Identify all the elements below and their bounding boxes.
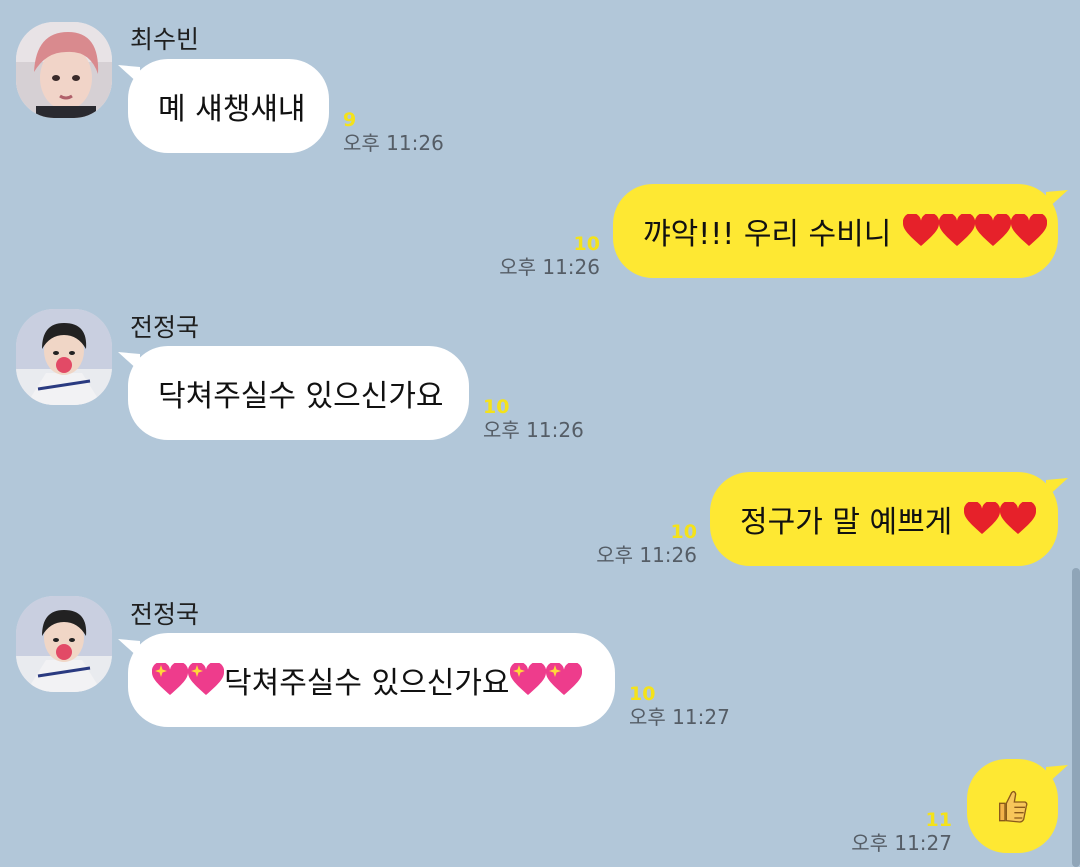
message-bubble[interactable]: 몌 섀챙섀냬 bbox=[118, 59, 329, 153]
sparkling-heart-icon bbox=[509, 663, 546, 695]
unread-count: 10 bbox=[483, 396, 510, 418]
message-text: 몌 섀챙섀냬 bbox=[158, 92, 306, 127]
timestamp: 오후 11:26 bbox=[483, 418, 584, 442]
message-bubble[interactable]: 정구가 말 예쁘게 bbox=[710, 472, 1068, 566]
heart-icon bbox=[964, 502, 1001, 534]
unread-count: 11 bbox=[925, 809, 952, 831]
message-meta: 11 오후 11:27 bbox=[851, 810, 952, 856]
timestamp: 오후 11:27 bbox=[629, 705, 730, 729]
scrollbar[interactable] bbox=[1072, 568, 1080, 867]
unread-count: 9 bbox=[343, 109, 357, 131]
bubble-tail bbox=[1046, 765, 1068, 785]
message-meta: 10 오후 11:26 bbox=[483, 397, 584, 443]
bubble-tail bbox=[1046, 190, 1068, 210]
timestamp: 오후 11:27 bbox=[851, 831, 952, 855]
avatar[interactable] bbox=[16, 596, 112, 692]
bubble-tail bbox=[1046, 478, 1068, 498]
message-meta: 10 오후 11:26 bbox=[596, 522, 697, 568]
sparkling-heart-icon bbox=[152, 663, 188, 695]
heart-icon bbox=[1011, 214, 1048, 246]
bubble-tail bbox=[118, 352, 140, 372]
emoji-group bbox=[903, 214, 1048, 248]
message-text: 꺄악!!! 우리 수비니 bbox=[643, 217, 892, 252]
heart-icon bbox=[903, 214, 940, 246]
message-text: 정구가 말 예쁘게 bbox=[740, 505, 953, 540]
timestamp: 오후 11:26 bbox=[596, 543, 697, 567]
sparkling-heart-icon bbox=[188, 663, 224, 695]
bubble-tail bbox=[118, 65, 140, 85]
timestamp: 오후 11:26 bbox=[499, 255, 600, 279]
message-text: 닥쳐주실수 있으신가요 bbox=[224, 666, 510, 701]
heart-icon bbox=[975, 214, 1012, 246]
emoji-group bbox=[964, 502, 1037, 536]
message-bubble[interactable] bbox=[967, 759, 1068, 853]
emoji-group bbox=[509, 663, 582, 697]
thumbs-up-icon bbox=[998, 790, 1027, 823]
message-meta: 10 오후 11:27 bbox=[629, 684, 730, 730]
heart-icon bbox=[1000, 502, 1037, 534]
avatar[interactable] bbox=[16, 309, 112, 405]
heart-icon bbox=[939, 214, 976, 246]
bubble-tail bbox=[118, 639, 140, 659]
emoji-group bbox=[152, 663, 224, 697]
unread-count: 10 bbox=[670, 521, 697, 543]
avatar[interactable] bbox=[16, 22, 112, 118]
timestamp: 오후 11:26 bbox=[343, 131, 444, 155]
message-bubble[interactable]: 닥쳐주실수 있으신가요 bbox=[118, 346, 469, 440]
message-bubble[interactable]: 닥쳐주실수 있으신가요 bbox=[118, 633, 615, 727]
sender-name: 최수빈 bbox=[130, 25, 200, 54]
message-bubble[interactable]: 꺄악!!! 우리 수비니 bbox=[613, 184, 1068, 278]
message-meta: 10 오후 11:26 bbox=[499, 234, 600, 280]
unread-count: 10 bbox=[629, 683, 656, 705]
sender-name: 전정국 bbox=[130, 600, 200, 629]
sparkling-heart-icon bbox=[545, 663, 582, 695]
sender-name: 전정국 bbox=[130, 313, 200, 342]
unread-count: 10 bbox=[573, 233, 600, 255]
chat-area[interactable]: 최수빈 몌 섀챙섀냬 9 오후 11:26 10 오후 11:26 꺄악!!! … bbox=[0, 0, 1080, 867]
message-text: 닥쳐주실수 있으신가요 bbox=[158, 379, 444, 414]
message-meta: 9 오후 11:26 bbox=[343, 110, 444, 156]
